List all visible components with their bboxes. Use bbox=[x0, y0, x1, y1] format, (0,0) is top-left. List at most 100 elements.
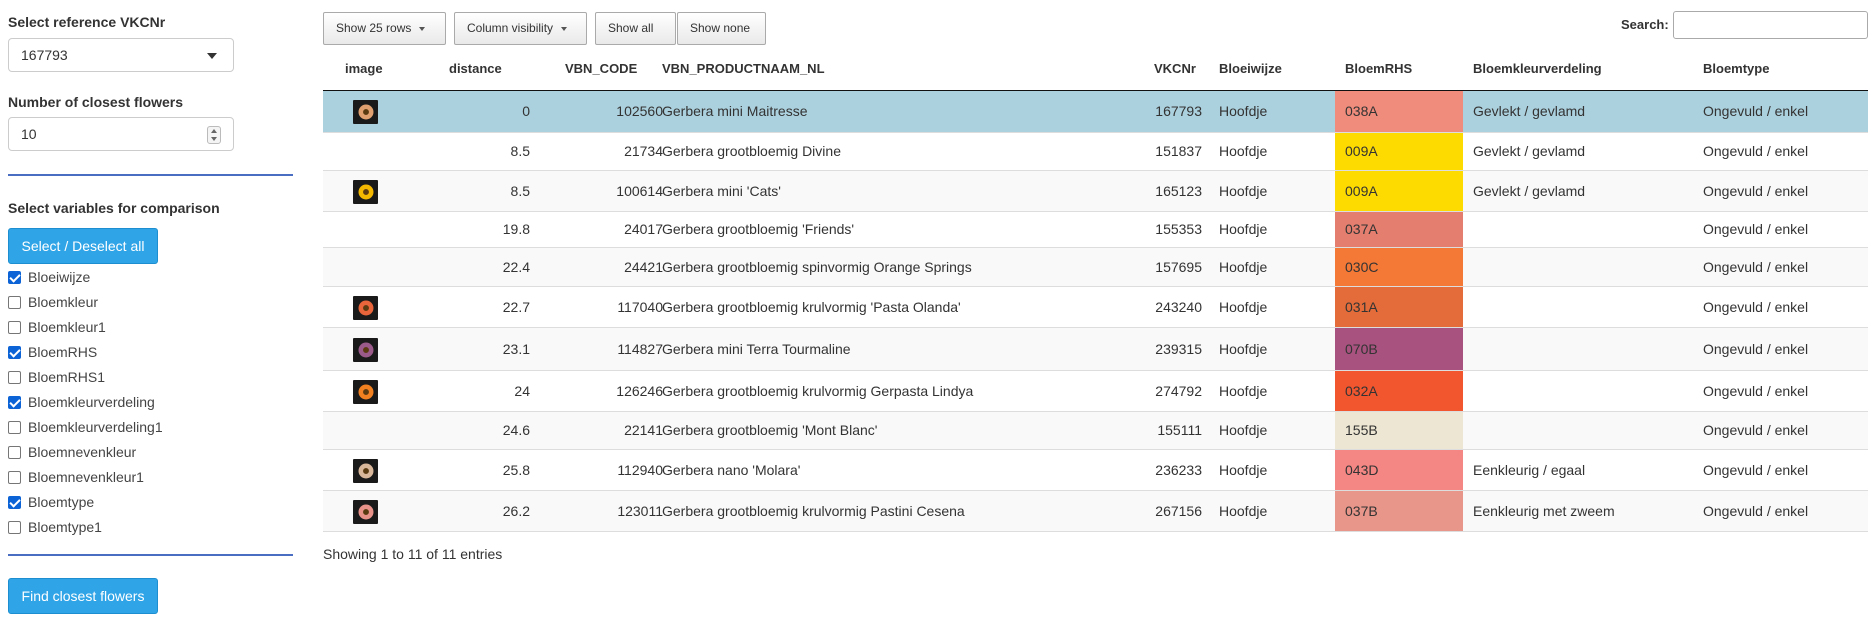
number-stepper-icon[interactable] bbox=[207, 126, 221, 144]
table-row[interactable]: 070B 23.1 114827 Gerbera mini Terra Tourmal… bbox=[323, 328, 1868, 371]
cell-distance: 8.5 bbox=[510, 183, 530, 199]
cell-type: Ongevuld / enkel bbox=[1703, 259, 1809, 275]
cell-bloeiwijze: Hoofdje bbox=[1219, 422, 1268, 438]
checkbox[interactable] bbox=[8, 446, 21, 459]
column-header-vbn-code[interactable]: VBN_CODE bbox=[565, 61, 637, 76]
table-row[interactable]: 043D 25.8 112940 Gerbera nano 'Molara' 23623… bbox=[323, 450, 1868, 491]
table-row[interactable]: 155B 24.6 22141 Gerbera grootbloemig 'Mont … bbox=[323, 412, 1868, 450]
bloemrhs-value: 070B bbox=[1345, 341, 1378, 357]
reference-vkcnr-select[interactable]: 167793 bbox=[8, 38, 234, 72]
table-row[interactable]: 037A 19.8 24017 Gerbera grootbloemig 'Frien… bbox=[323, 212, 1868, 248]
bloemrhs-value: 038A bbox=[1345, 103, 1378, 119]
cell-verdeling: Eenkleurig met zweem bbox=[1473, 503, 1615, 519]
cell-bloeiwijze: Hoofdje bbox=[1219, 103, 1268, 119]
cell-vkc: 274792 bbox=[1155, 383, 1202, 399]
cell-code: 100614 bbox=[616, 183, 663, 199]
cell-vkc: 157695 bbox=[1155, 259, 1202, 275]
cell-verdeling: Gevlekt / gevlamd bbox=[1473, 143, 1586, 159]
show-all-button[interactable]: Show all bbox=[595, 12, 676, 45]
find-closest-flowers-button[interactable]: Find closest flowers bbox=[8, 578, 158, 614]
column-header-image[interactable]: image bbox=[345, 61, 383, 76]
cell-type: Ongevuld / enkel bbox=[1703, 221, 1809, 237]
cell-name: Gerbera grootbloemig spinvormig Orange S… bbox=[662, 259, 972, 275]
cell-type: Ongevuld / enkel bbox=[1703, 143, 1809, 159]
column-visibility-label: Column visibility bbox=[467, 21, 554, 35]
column-header-distance[interactable]: distance bbox=[449, 61, 502, 76]
checkbox[interactable] bbox=[8, 296, 21, 309]
checkbox-label: Bloemnevenkleur bbox=[28, 444, 137, 460]
column-header-bloemrhs[interactable]: BloemRHS bbox=[1345, 61, 1412, 76]
checkbox[interactable] bbox=[8, 321, 21, 334]
table-row[interactable]: 030C 22.4 24421 Gerbera grootbloemig spinvo… bbox=[323, 248, 1868, 287]
cell-verdeling: Gevlekt / gevlamd bbox=[1473, 183, 1586, 199]
table-row[interactable]: 032A 24 126246 Gerbera grootbloemig krulvor… bbox=[323, 371, 1868, 412]
checkbox[interactable] bbox=[8, 496, 21, 509]
cell-name: Gerbera grootbloemig krulvormig Pastini … bbox=[662, 503, 965, 519]
cell-type: Ongevuld / enkel bbox=[1703, 383, 1809, 399]
bloemrhs-value: 043D bbox=[1345, 462, 1379, 478]
bloemrhs-cell: 037B bbox=[1335, 491, 1463, 531]
checkbox[interactable] bbox=[8, 471, 21, 484]
table-row[interactable]: 009A 8.5 100614 Gerbera mini 'Cats' 165123 Ho… bbox=[323, 171, 1868, 212]
flower-image bbox=[353, 180, 378, 204]
bloemrhs-value: 031A bbox=[1345, 299, 1378, 315]
table-row[interactable]: 038A 0 102560 Gerbera mini Maitresse 167793 H… bbox=[323, 91, 1868, 133]
search-label: Search: bbox=[1621, 17, 1669, 32]
cell-vkc: 165123 bbox=[1155, 183, 1202, 199]
flower-image bbox=[353, 500, 378, 524]
table-row[interactable]: 037B 26.2 123011 Gerbera grootbloemig krulv… bbox=[323, 491, 1868, 532]
column-header-bloemkleurverdeling[interactable]: Bloemkleurverdeling bbox=[1473, 61, 1602, 76]
cell-code: 24421 bbox=[624, 259, 663, 275]
closest-count-label: Number of closest flowers bbox=[8, 94, 184, 110]
column-visibility-button[interactable]: Column visibility bbox=[454, 12, 587, 45]
column-header-bloeiwijze[interactable]: Bloeiwijze bbox=[1219, 61, 1282, 76]
table-info: Showing 1 to 11 of 11 entries bbox=[323, 546, 503, 562]
cell-vkc: 151837 bbox=[1155, 143, 1202, 159]
select-deselect-all-button[interactable]: Select / Deselect all bbox=[8, 228, 158, 264]
cell-code: 112940 bbox=[617, 462, 663, 478]
cell-name: Gerbera grootbloemig Divine bbox=[662, 143, 841, 159]
show-none-button[interactable]: Show none bbox=[677, 12, 766, 45]
cell-distance: 24 bbox=[514, 383, 530, 399]
cell-vkc: 155111 bbox=[1157, 422, 1202, 438]
cell-name: Gerbera grootbloemig krulvormig Gerpasta… bbox=[662, 383, 974, 399]
cell-distance: 22.4 bbox=[502, 259, 530, 275]
cell-distance: 8.5 bbox=[510, 143, 530, 159]
cell-bloeiwijze: Hoofdje bbox=[1219, 341, 1268, 357]
closest-count-input[interactable]: 10 bbox=[8, 117, 234, 151]
flower-image bbox=[353, 296, 378, 320]
bloemrhs-value: 030C bbox=[1345, 259, 1379, 275]
closest-count-value: 10 bbox=[21, 126, 37, 142]
cell-name: Gerbera mini 'Cats' bbox=[662, 183, 781, 199]
column-header-bloemtype[interactable]: Bloemtype bbox=[1703, 61, 1769, 76]
checkbox-label: Bloemtype bbox=[28, 494, 95, 510]
cell-code: 123011 bbox=[617, 503, 663, 519]
checkbox[interactable] bbox=[8, 421, 21, 434]
search-input[interactable] bbox=[1673, 11, 1868, 39]
bloemrhs-cell: 038A bbox=[1335, 91, 1463, 132]
flower-image bbox=[353, 380, 378, 404]
checkbox[interactable] bbox=[8, 346, 21, 359]
table-row[interactable]: 009A 8.5 21734 Gerbera grootbloemig Divine 1… bbox=[323, 133, 1868, 171]
checkbox-label: Bloemkleurverdeling bbox=[28, 394, 155, 410]
checkbox[interactable] bbox=[8, 371, 21, 384]
cell-vkc: 236233 bbox=[1155, 462, 1202, 478]
table-row[interactable]: 031A 22.7 117040 Gerbera grootbloemig krulv… bbox=[323, 287, 1868, 328]
checkbox[interactable] bbox=[8, 396, 21, 409]
bloemrhs-value: 009A bbox=[1345, 143, 1378, 159]
cell-verdeling: Eenkleurig / egaal bbox=[1473, 462, 1586, 478]
bloemrhs-cell: 155B bbox=[1335, 412, 1463, 449]
checkbox-label: Bloemnevenkleur1 bbox=[28, 469, 144, 485]
divider bbox=[8, 554, 293, 556]
cell-name: Gerbera grootbloemig 'Mont Blanc' bbox=[662, 422, 878, 438]
bloemrhs-value: 032A bbox=[1345, 383, 1378, 399]
cell-type: Ongevuld / enkel bbox=[1703, 103, 1809, 119]
checkbox[interactable] bbox=[8, 521, 21, 534]
cell-name: Gerbera mini Terra Tourmaline bbox=[662, 341, 851, 357]
column-header-product-name[interactable]: VBN_PRODUCTNAAM_NL bbox=[662, 61, 825, 76]
cell-bloeiwijze: Hoofdje bbox=[1219, 221, 1268, 237]
show-rows-button[interactable]: Show 25 rows bbox=[323, 12, 446, 45]
cell-type: Ongevuld / enkel bbox=[1703, 299, 1809, 315]
column-header-vkcnr[interactable]: VKCNr bbox=[1154, 61, 1196, 76]
checkbox[interactable] bbox=[8, 271, 21, 284]
